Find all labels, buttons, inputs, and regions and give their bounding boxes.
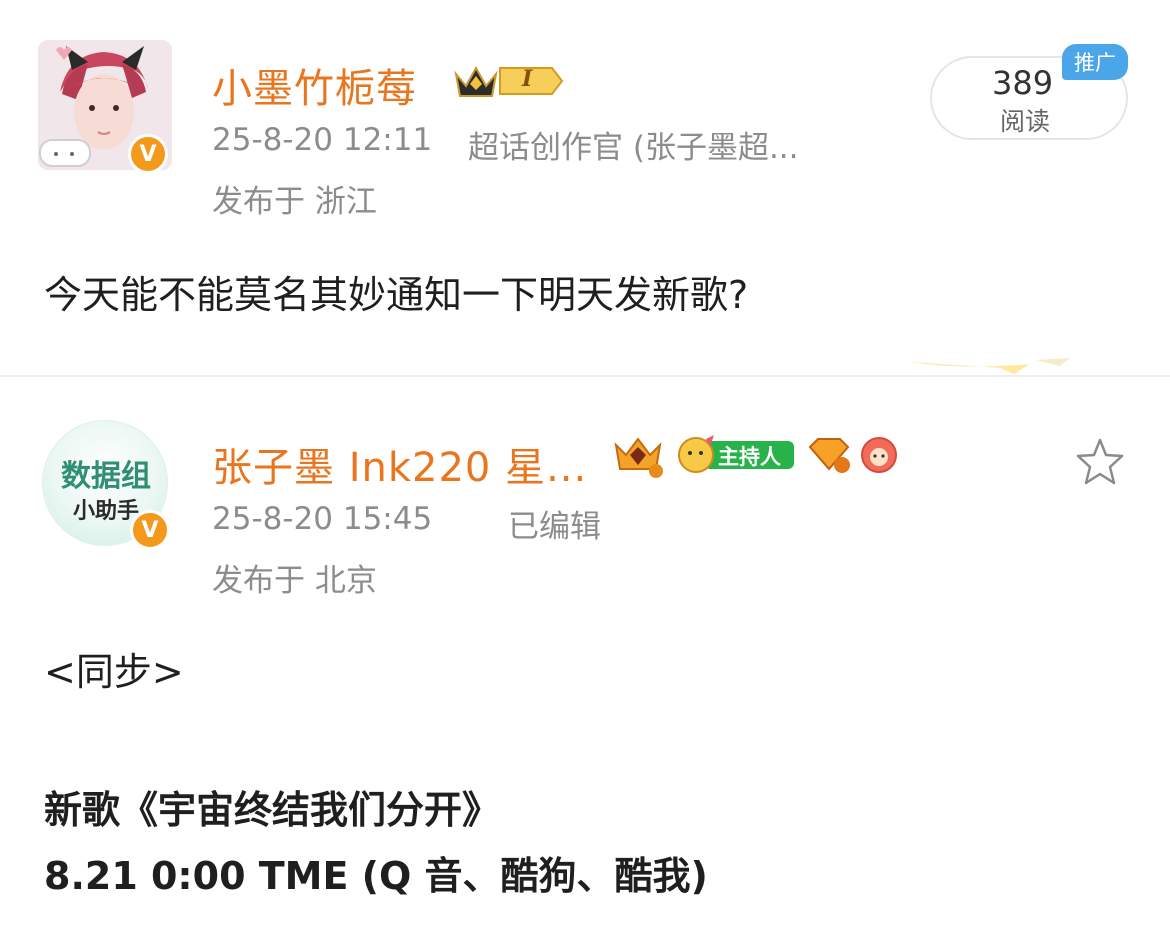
read-count: 389 [992, 64, 1054, 102]
level-badge-icon [806, 435, 852, 475]
verified-icon: V [128, 134, 168, 174]
level-badge-icon: I [496, 64, 566, 98]
post-timestamp: 25-8-20 12:11 [212, 122, 433, 158]
username[interactable]: 小墨竹栀莓 [212, 56, 417, 114]
post-card-2: 数据组 小助手 V 张子墨 Ink220 星... 主持人 25-8-20 15… [0, 377, 1170, 940]
host-badge-icon: 主持人 [676, 435, 796, 475]
post-content-line: <同步> [44, 650, 184, 694]
post-card-1: V 小墨竹栀莓 I 25-8-20 12:11 超话创作官 (张子墨超... 发… [0, 0, 1170, 376]
fan-badge-icon [860, 435, 898, 475]
post-location: 发布于 浙江 [212, 184, 377, 220]
verified-icon: V [130, 510, 170, 550]
promo-badge[interactable]: 推广 [1062, 44, 1128, 80]
edited-label[interactable]: 已编辑 [508, 501, 601, 546]
post-timestamp: 25-8-20 15:45 [212, 501, 433, 537]
star-icon[interactable] [1074, 436, 1126, 488]
crown-icon [452, 62, 500, 102]
post-content: 今天能不能莫名其妙通知一下明天发新歌? [44, 273, 749, 317]
diamond-badge-icon [610, 433, 666, 479]
read-label: 阅读 [1000, 107, 1051, 136]
post-content-line: 8.21 0:00 TME (Q 音、酷狗、酷我) [44, 854, 708, 898]
post-location: 发布于 北京 [212, 563, 377, 599]
post-source[interactable]: 超话创作官 (张子墨超... [468, 122, 799, 167]
post-content-line: 新歌《宇宙终结我们分开》 [44, 788, 501, 832]
username[interactable]: 张子墨 Ink220 星... [212, 435, 587, 493]
